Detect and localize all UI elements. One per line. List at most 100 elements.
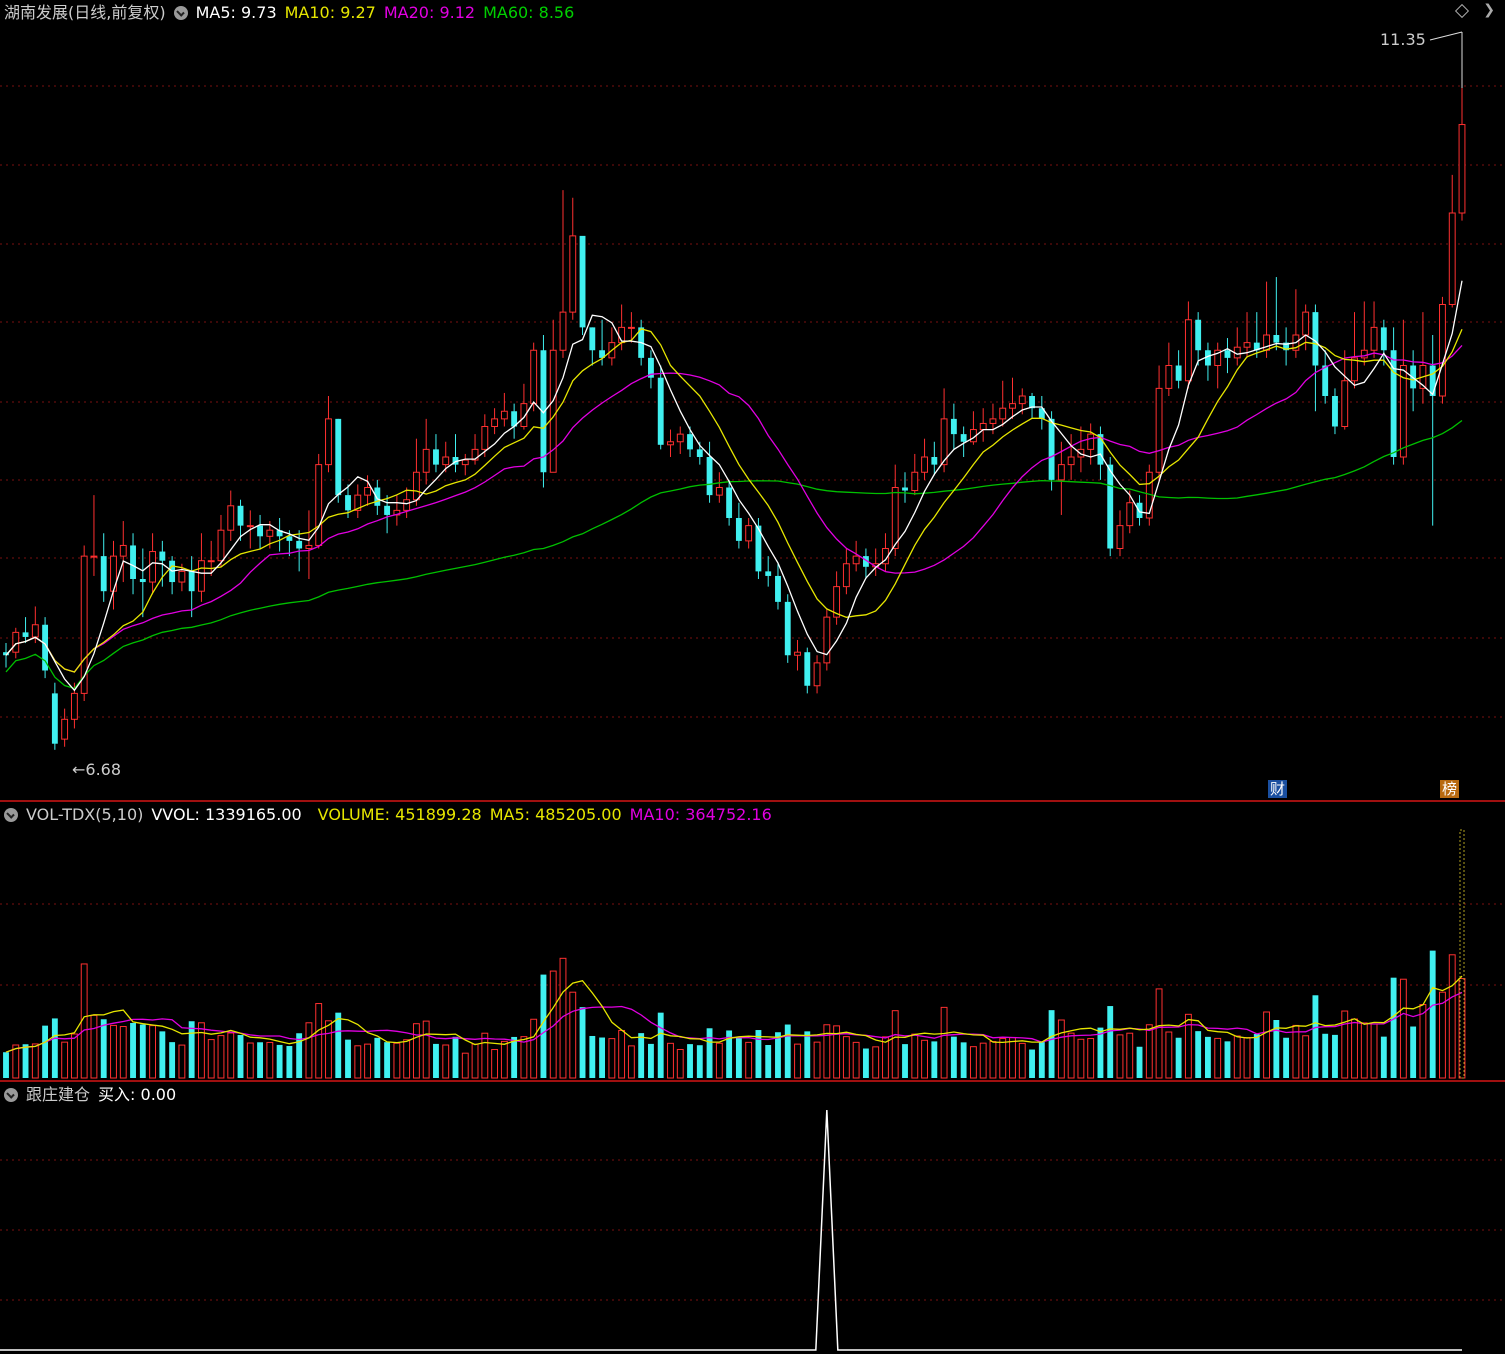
vol-title[interactable]: VOL-TDX(5,10) bbox=[26, 805, 143, 825]
volume-bar-up bbox=[1263, 1011, 1270, 1079]
settings-icon[interactable] bbox=[4, 808, 18, 822]
indicator-panel[interactable]: 跟庄建仓 买入: 0.00 bbox=[0, 1082, 1505, 1354]
candle-down bbox=[726, 487, 733, 518]
candle-down bbox=[1312, 312, 1319, 366]
candle-up bbox=[1155, 387, 1163, 473]
ma5-value: 9.73 bbox=[241, 3, 277, 22]
volume-bar-down bbox=[345, 1039, 351, 1078]
candle-up bbox=[315, 464, 323, 546]
volume-bar-up bbox=[872, 1046, 880, 1079]
volume-bar-up bbox=[442, 1044, 450, 1079]
volume-bar-up bbox=[1126, 1032, 1134, 1079]
candle-down bbox=[804, 652, 811, 686]
volume-panel[interactable]: VOL-TDX(5,10) VVOL: 1339165.00 VOLUME: 4… bbox=[0, 802, 1505, 1082]
volume-bar-down bbox=[1029, 1049, 1035, 1078]
indicator-title[interactable]: 跟庄建仓 bbox=[26, 1085, 90, 1105]
volume-bar-up bbox=[667, 1042, 674, 1079]
volume-bar-up bbox=[1116, 1034, 1124, 1079]
candle-down bbox=[139, 579, 146, 583]
volume-bar-up bbox=[305, 1022, 313, 1079]
candle-down bbox=[433, 449, 439, 465]
volume-bar-up bbox=[70, 1033, 78, 1079]
indicator-legend: 跟庄建仓 买入: 0.00 bbox=[4, 1085, 176, 1105]
volume-bar-down bbox=[1283, 1037, 1290, 1078]
buy-label: 买入: bbox=[98, 1085, 136, 1104]
volume-bar-down bbox=[1038, 1041, 1045, 1078]
volume-bar-up bbox=[794, 1043, 801, 1079]
candle-down bbox=[775, 575, 781, 602]
volume-bar-down bbox=[384, 1042, 391, 1078]
finance-badge[interactable]: 财 bbox=[1268, 780, 1288, 798]
indicator-chart[interactable] bbox=[0, 1082, 1505, 1354]
volume-bar-up bbox=[1155, 988, 1163, 1079]
candle-up bbox=[70, 692, 78, 720]
volume-bar-down bbox=[1380, 1036, 1387, 1078]
candle-up bbox=[403, 499, 411, 511]
candle-up bbox=[12, 631, 20, 653]
candle-up bbox=[266, 529, 274, 537]
candle-up bbox=[31, 624, 39, 638]
candle-down bbox=[657, 377, 664, 445]
candle-up bbox=[442, 456, 450, 466]
candle-up bbox=[178, 570, 186, 583]
candle-down bbox=[1107, 464, 1114, 549]
volume-bar-down bbox=[696, 1045, 703, 1078]
candle-down bbox=[1136, 502, 1143, 518]
volume-bar-up bbox=[227, 1032, 235, 1079]
volume-bar-up bbox=[1087, 1038, 1095, 1079]
volume-bar-up bbox=[422, 1020, 430, 1079]
volume-bar-up bbox=[178, 1044, 186, 1079]
ma20-label: MA20: bbox=[383, 3, 435, 22]
candle-up bbox=[1184, 319, 1192, 382]
candle-up bbox=[842, 563, 850, 588]
ma10-value: 9.27 bbox=[340, 3, 376, 22]
candle-up bbox=[412, 471, 420, 501]
candle-down bbox=[784, 601, 791, 656]
volume-bar-down bbox=[589, 1035, 596, 1078]
volume-bar-up bbox=[618, 1029, 626, 1079]
volume-bar-up bbox=[481, 1032, 489, 1079]
vvol-value: 1339165.00 bbox=[204, 805, 302, 824]
candle-up bbox=[491, 418, 499, 427]
candle-up bbox=[1263, 334, 1270, 351]
candle-down bbox=[296, 540, 303, 549]
volume-bar-up bbox=[325, 1020, 332, 1079]
candle-down bbox=[706, 457, 713, 496]
candle-down bbox=[1322, 365, 1329, 396]
price-chart-panel[interactable]: 湖南发展(日线,前复权) MA5: 9.73 MA10: 9.27 MA20: … bbox=[0, 0, 1505, 802]
ranking-badge[interactable]: 榜 bbox=[1440, 780, 1460, 798]
stock-title[interactable]: 湖南发展(日线,前复权) bbox=[4, 3, 166, 23]
volume-bar-up bbox=[491, 1049, 499, 1079]
settings-icon[interactable] bbox=[173, 6, 188, 20]
volume-bar-up bbox=[530, 1018, 538, 1079]
volume-bar-down bbox=[638, 1033, 645, 1078]
volume-bar-down bbox=[931, 1041, 938, 1078]
volume-bars-chart[interactable] bbox=[0, 802, 1505, 1080]
candle-up bbox=[1009, 403, 1016, 409]
candle-down bbox=[100, 556, 107, 592]
buy-legend: 买入: 0.00 bbox=[98, 1085, 176, 1105]
volume-bar-down bbox=[950, 1036, 957, 1078]
volume-bar-up bbox=[354, 1045, 362, 1079]
vvol-label: VVOL: bbox=[151, 805, 200, 824]
candle-up bbox=[1399, 365, 1407, 458]
candle-down bbox=[696, 449, 703, 457]
candle-up bbox=[559, 311, 567, 351]
ma10-label: MA10: bbox=[284, 3, 336, 22]
volume-bar-up bbox=[813, 1041, 821, 1079]
settings-icon[interactable] bbox=[4, 1088, 18, 1102]
candlestick-chart[interactable] bbox=[0, 0, 1505, 800]
candle-up bbox=[715, 487, 723, 496]
volume-bar-down bbox=[862, 1048, 869, 1078]
candle-up bbox=[1087, 433, 1095, 450]
volume-bar-up bbox=[119, 1026, 127, 1079]
volume-bar-up bbox=[364, 1043, 371, 1079]
volume-bar-down bbox=[452, 1036, 459, 1078]
candle-down bbox=[1332, 396, 1338, 427]
candle-down bbox=[579, 235, 586, 328]
volume-bar-up bbox=[745, 1041, 753, 1079]
volume-bar-up bbox=[1165, 1031, 1173, 1079]
ma10-line bbox=[5, 328, 1463, 673]
ma10-legend: MA10: 9.27 bbox=[285, 3, 376, 23]
candle-down bbox=[735, 518, 742, 541]
